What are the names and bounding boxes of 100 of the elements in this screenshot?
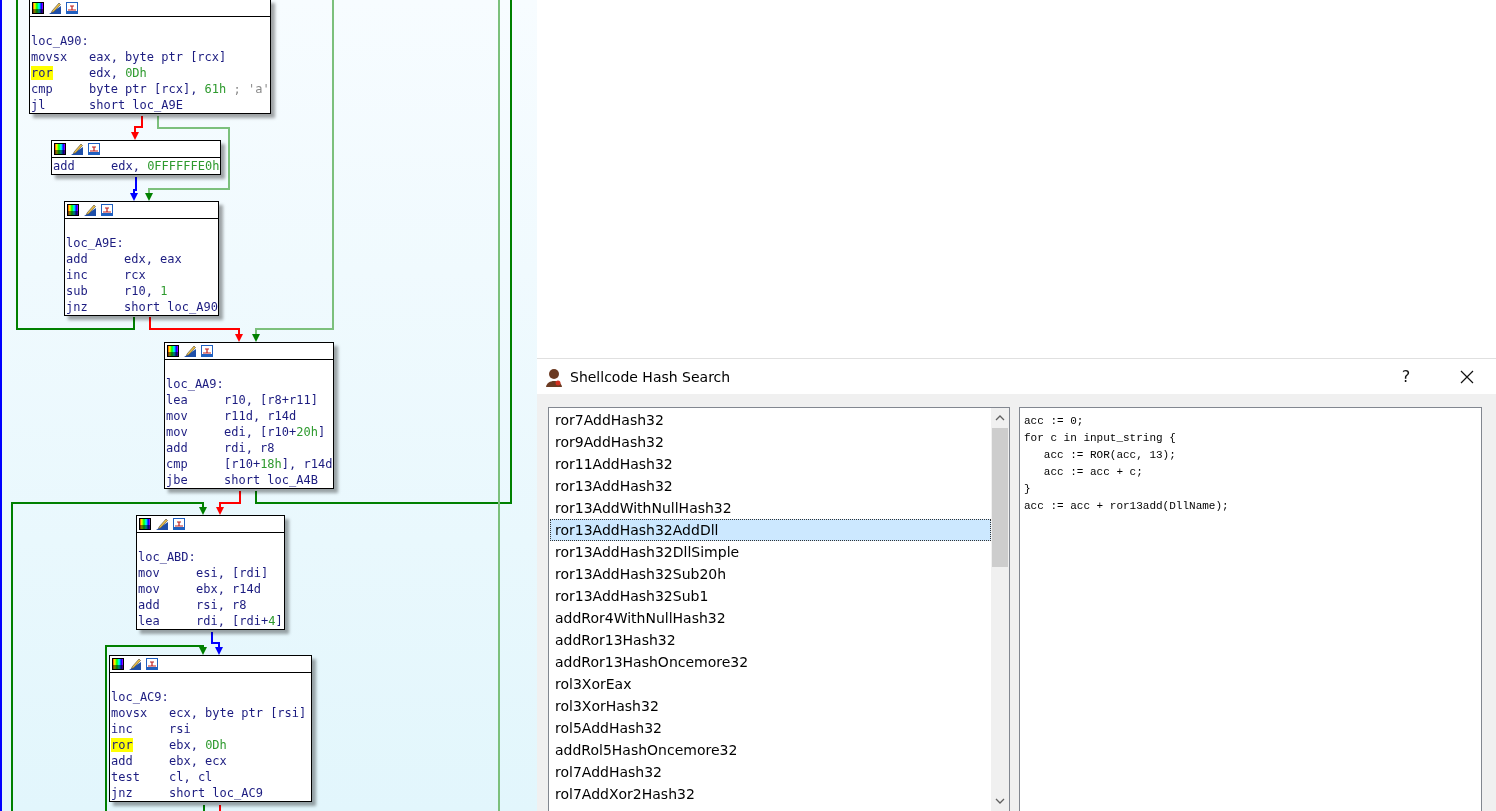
- list-item[interactable]: ror13AddHash32DllSimple: [550, 541, 991, 563]
- block-label: loc_ABD:: [138, 549, 197, 565]
- pencil-icon[interactable]: [84, 204, 96, 216]
- code-line: }: [1024, 482, 1032, 497]
- color-palette-icon[interactable]: [32, 2, 44, 14]
- mnemonic: ror: [111, 738, 133, 752]
- flow-line: [219, 804, 221, 811]
- code-line: acc := acc + ror13add(DllName);: [1024, 499, 1230, 514]
- code-line: acc := acc + c;: [1042, 465, 1144, 480]
- mnemonic: inc: [111, 722, 133, 736]
- operands: ebx, ecx: [169, 754, 227, 768]
- flow-arrow: [131, 115, 143, 140]
- list-item[interactable]: addRor13Hash32: [550, 629, 991, 651]
- flow-arrow: [211, 631, 223, 655]
- operands: rdi, [rdi+4]: [196, 614, 283, 628]
- operands: ebx, 0Dh: [169, 738, 227, 752]
- list-item[interactable]: ror13AddWithNullHash32: [550, 497, 991, 519]
- mnemonic: add: [53, 159, 75, 173]
- operands: eax, byte ptr [rcx]: [89, 50, 227, 64]
- mnemonic: movsx: [31, 50, 68, 64]
- operands: short loc_A9E: [89, 98, 183, 112]
- operands: edx, eax: [124, 252, 182, 266]
- pencil-icon[interactable]: [49, 2, 61, 14]
- mnemonic: test: [111, 770, 140, 784]
- list-item[interactable]: ror13AddHash32Sub20h: [550, 563, 991, 585]
- close-icon: [1460, 369, 1474, 384]
- chevron-up-icon: [995, 415, 1005, 421]
- list-item[interactable]: ror11AddHash32: [550, 453, 991, 475]
- operands: edx, 0Dh: [89, 66, 147, 80]
- pencil-icon[interactable]: [184, 345, 196, 357]
- list-item[interactable]: rol5AddHash32: [550, 717, 991, 739]
- color-palette-icon[interactable]: [67, 204, 79, 216]
- mnemonic: movsx: [111, 706, 148, 720]
- color-palette-icon[interactable]: [167, 345, 179, 357]
- scrollbar-thumb[interactable]: [992, 428, 1008, 567]
- flow-arrow: [199, 501, 207, 515]
- graph-icon[interactable]: [66, 2, 78, 14]
- code-line: for c in input_string {: [1024, 431, 1177, 446]
- list-item[interactable]: rol7AddXor2Hash32: [550, 783, 991, 805]
- list-item[interactable]: rol3XorHash32: [550, 695, 991, 717]
- operands: rsi, r8: [196, 598, 247, 612]
- mnemonic: add: [138, 598, 160, 612]
- color-palette-icon[interactable]: [139, 518, 151, 530]
- list-item[interactable]: ror13AddHash32Sub1: [550, 585, 991, 607]
- list-item[interactable]: rol7AddHash32: [550, 761, 991, 783]
- mnemonic: add: [66, 252, 88, 266]
- list-item[interactable]: addRor13HashOncemore32: [550, 651, 991, 673]
- color-palette-icon[interactable]: [54, 143, 66, 155]
- flow-arrow: [216, 490, 241, 515]
- list-item[interactable]: addRol5HashOncemore32: [550, 739, 991, 761]
- list-item[interactable]: ror7AddHash32: [550, 409, 991, 431]
- operands: cl, cl: [169, 770, 213, 784]
- graph-icon[interactable]: [101, 204, 113, 216]
- operands: edx, 0FFFFFFE0h: [111, 159, 220, 173]
- graph-icon[interactable]: [146, 658, 158, 670]
- block-label: loc_AC9:: [111, 689, 170, 705]
- operands: [r10+18h], r14d: [224, 457, 333, 471]
- mnemonic: mov: [138, 582, 160, 596]
- graph-icon[interactable]: [88, 143, 100, 155]
- mnemonic: ror: [31, 66, 53, 80]
- operands: edi, [r10+20h]: [224, 425, 326, 439]
- list-item[interactable]: rol3XorEax: [550, 673, 991, 695]
- operands: rsi: [169, 722, 191, 736]
- list-item[interactable]: ror13AddHash32: [550, 475, 991, 497]
- code-line: acc := ROR(acc, 13);: [1042, 448, 1177, 463]
- operands: rcx: [124, 268, 146, 282]
- mnemonic: sub: [66, 284, 88, 298]
- graph-icon[interactable]: [201, 345, 213, 357]
- operands: short loc_AC9: [169, 786, 263, 800]
- mnemonic: lea: [166, 393, 188, 407]
- operands: short loc_A4B: [224, 473, 318, 487]
- mnemonic: mov: [138, 566, 160, 580]
- operands: r11d, r14d: [224, 409, 297, 423]
- scrollbar[interactable]: [991, 408, 1009, 811]
- graph-icon[interactable]: [173, 518, 185, 530]
- mnemonic: lea: [138, 614, 160, 628]
- operands: short loc_A90: [124, 300, 218, 314]
- mnemonic: jl: [31, 98, 46, 112]
- mnemonic: jnz: [111, 786, 133, 800]
- mnemonic: add: [166, 441, 188, 455]
- flow-arrow: [130, 176, 138, 201]
- operands: r10, [r8+r11]: [224, 393, 318, 407]
- chevron-down-icon: [995, 798, 1005, 804]
- pencil-icon[interactable]: [156, 518, 168, 530]
- mnemonic: cmp: [166, 457, 188, 471]
- mnemonic: add: [111, 754, 133, 768]
- list-item[interactable]: addRor4WithNullHash32: [550, 607, 991, 629]
- block-label: loc_A9E:: [66, 235, 125, 251]
- operands: ecx, byte ptr [rsi]: [169, 706, 307, 720]
- pencil-icon[interactable]: [129, 658, 141, 670]
- mnemonic: jnz: [66, 300, 88, 314]
- list-item[interactable]: ror9AddHash32: [550, 431, 991, 453]
- app-icon: [544, 366, 564, 387]
- operands: ebx, r14d: [196, 582, 262, 596]
- color-palette-icon[interactable]: [112, 658, 124, 670]
- pencil-icon[interactable]: [71, 143, 83, 155]
- help-button[interactable]: ?: [1394, 361, 1418, 392]
- block-label: loc_AA9:: [166, 376, 225, 392]
- operands: esi, [rdi]: [196, 566, 269, 580]
- list-item[interactable]: ror13AddHash32AddDll: [550, 519, 991, 541]
